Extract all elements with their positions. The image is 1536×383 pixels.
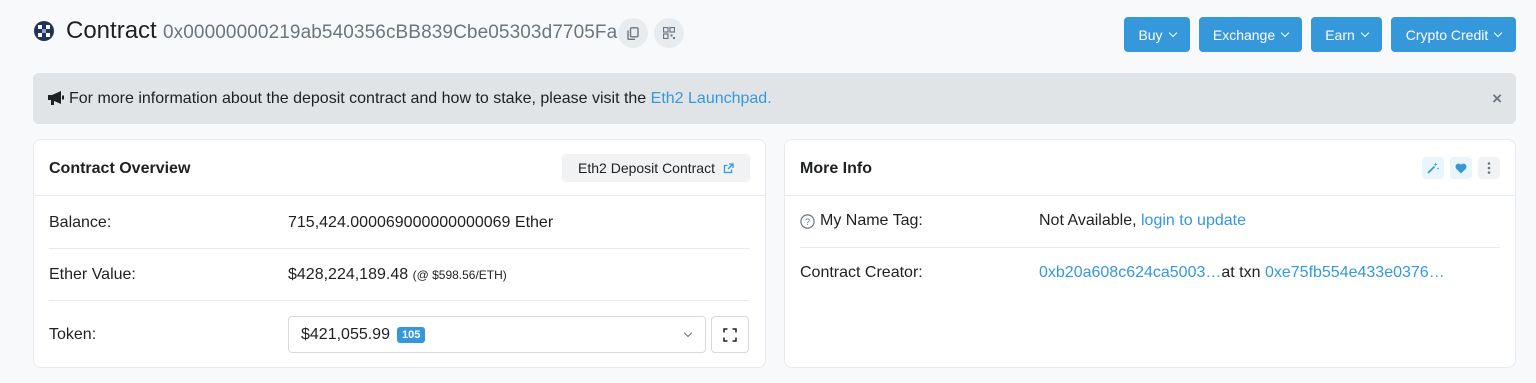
qr-code-button[interactable]	[654, 18, 684, 48]
contract-creator-label: Contract Creator:	[800, 264, 923, 281]
balance-value: 715,424.000069000000000069 Ether	[288, 214, 554, 231]
token-amount: $421,055.99	[301, 326, 390, 343]
name-tag-value-group: Not Available, login to update	[1039, 212, 1246, 230]
crypto-credit-menu-label: Crypto Credit	[1405, 26, 1489, 43]
ether-value-row: Ether Value: $428,224,189.48 (@ $598.56/…	[49, 249, 750, 301]
at-txn-text: at txn	[1221, 264, 1261, 281]
buy-menu-button[interactable]: Buy	[1124, 17, 1190, 52]
card-header: Contract Overview Eth2 Deposit Contract	[34, 140, 765, 196]
contract-overview-card: Contract Overview Eth2 Deposit Contract …	[33, 139, 766, 368]
balance-label: Balance:	[49, 214, 112, 231]
deposit-contract-label: Eth2 Deposit Contract	[578, 160, 715, 176]
crypto-credit-menu-button[interactable]: Crypto Credit	[1391, 17, 1516, 52]
chevron-down-icon	[1493, 28, 1503, 38]
chevron-down-icon	[1168, 28, 1177, 38]
earn-menu-label: Earn	[1325, 26, 1355, 43]
creator-address-link[interactable]: 0xb20a608c624ca5003…	[1039, 264, 1221, 281]
svg-text:?: ?	[805, 217, 810, 227]
exchange-menu-button[interactable]: Exchange	[1199, 17, 1302, 52]
ether-value-label: Ether Value:	[49, 266, 136, 283]
ether-value-text: $428,224,189.48 (@ $598.56/ETH)	[288, 266, 507, 284]
chevron-down-icon	[683, 328, 693, 338]
ether-value: $428,224,189.48	[288, 266, 409, 283]
token-label: Token:	[49, 326, 97, 343]
buy-menu-label: Buy	[1138, 26, 1163, 43]
page-title: Contract	[66, 17, 157, 44]
earn-menu-button[interactable]: Earn	[1311, 17, 1382, 52]
more-info-card: More Info ? My Name Tag: Not Available, …	[784, 139, 1516, 368]
alert-message: For more information about the deposit c…	[69, 90, 772, 108]
question-circle-icon[interactable]: ?	[800, 213, 815, 229]
copy-icon	[627, 26, 639, 40]
page-header: Contract 0x00000000219ab540356cBB839Cbe0…	[0, 0, 1536, 64]
card-title: Contract Overview	[49, 160, 191, 177]
login-to-update-link[interactable]: login to update	[1141, 212, 1246, 229]
wand-button[interactable]	[1422, 157, 1444, 179]
chevron-down-icon	[1280, 28, 1290, 38]
name-tag-label-group: ? My Name Tag:	[800, 212, 923, 230]
eth2-deposit-contract-button[interactable]: Eth2 Deposit Contract	[562, 154, 750, 182]
info-alert: For more information about the deposit c…	[33, 73, 1516, 124]
close-alert-button[interactable]: ×	[1492, 89, 1502, 109]
exchange-menu-label: Exchange	[1212, 26, 1276, 43]
qr-code-icon	[663, 27, 675, 39]
card-header: More Info	[785, 140, 1515, 196]
alert-text: For more information about the deposit c…	[69, 90, 647, 107]
megaphone-icon	[48, 91, 64, 105]
card-title: More Info	[800, 160, 872, 177]
name-tag-row: ? My Name Tag: Not Available, login to u…	[800, 196, 1500, 248]
favorite-button[interactable]	[1450, 157, 1472, 179]
token-holdings-dropdown[interactable]: $421,055.99 105	[288, 316, 706, 353]
magic-wand-icon	[1427, 162, 1439, 174]
external-link-icon	[723, 162, 734, 173]
eth2-launchpad-link[interactable]: Eth2 Launchpad.	[651, 90, 772, 107]
contract-address: 0x00000000219ab540356cBB839Cbe05303d7705…	[163, 22, 618, 43]
token-count-badge: 105	[397, 327, 426, 343]
expand-icon	[723, 327, 737, 342]
more-options-button[interactable]	[1478, 157, 1500, 179]
more-vertical-icon	[1487, 162, 1491, 174]
heart-icon	[1455, 163, 1467, 173]
copy-address-button[interactable]	[618, 18, 648, 48]
ether-price: (@ $598.56/ETH)	[412, 268, 507, 282]
name-tag-label: My Name Tag:	[820, 212, 923, 229]
creator-txn-link[interactable]: 0xe75fb554e433e0376…	[1265, 264, 1445, 281]
contract-logo-icon	[34, 21, 54, 41]
contract-creator-row: Contract Creator: 0xb20a608c624ca5003…at…	[800, 248, 1500, 300]
expand-token-view-button[interactable]	[711, 316, 749, 353]
balance-row: Balance: 715,424.000069000000000069 Ethe…	[49, 197, 750, 249]
name-tag-value: Not Available,	[1039, 212, 1137, 229]
chevron-down-icon	[1360, 28, 1370, 38]
contract-creator-value: 0xb20a608c624ca5003…at txn 0xe75fb554e43…	[1039, 264, 1445, 282]
